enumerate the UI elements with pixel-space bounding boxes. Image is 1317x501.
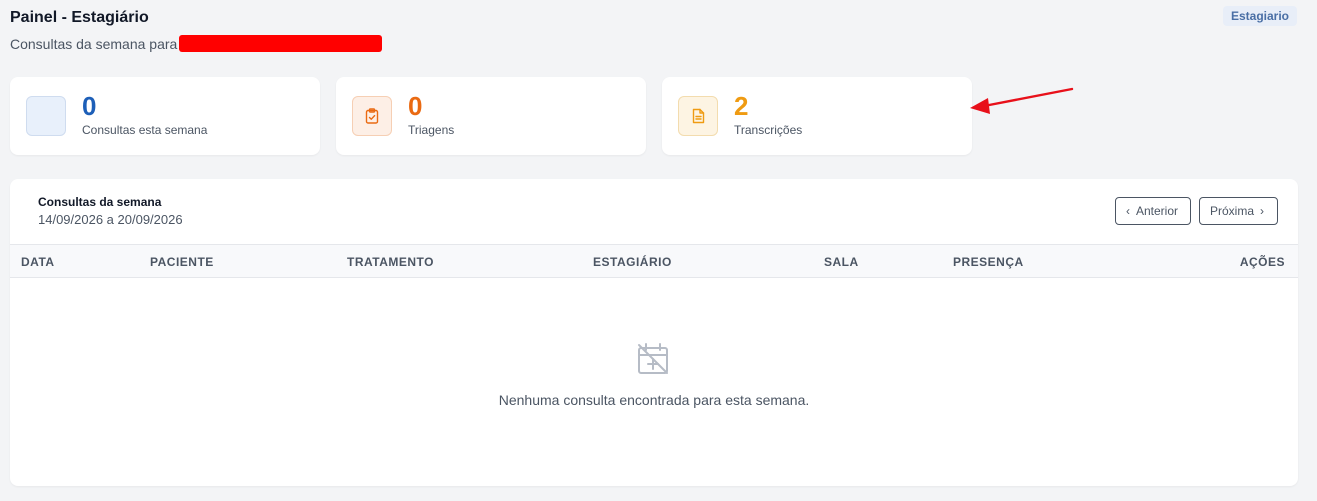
next-week-label: Próxima bbox=[1210, 204, 1255, 218]
stat-value: 0 bbox=[82, 91, 97, 121]
stat-label: Transcrições bbox=[734, 123, 803, 137]
subtitle-text: Consultas da semana para bbox=[10, 35, 178, 52]
week-consultations-panel: Consultas da semana 14/09/2026 a 20/09/2… bbox=[10, 179, 1298, 486]
red-arrow-icon bbox=[970, 87, 1074, 114]
date-range: 14/09/2026 a 20/09/2026 bbox=[38, 212, 183, 227]
role-badge: Estagiario bbox=[1222, 6, 1297, 26]
stat-value: 2 bbox=[734, 91, 749, 121]
calendar-icon bbox=[26, 96, 66, 136]
calendar-off-icon bbox=[638, 343, 668, 374]
empty-state-message: Nenhuma consulta encontrada para esta se… bbox=[498, 392, 810, 408]
clipboard-check-icon bbox=[352, 96, 392, 136]
column-header-paciente[interactable]: PACIENTE bbox=[150, 255, 214, 269]
next-week-button[interactable]: Próxima › bbox=[1199, 197, 1278, 225]
stat-label: Triagens bbox=[408, 123, 455, 137]
stat-value: 0 bbox=[408, 91, 423, 121]
column-header-acoes[interactable]: AÇÕES bbox=[1240, 255, 1285, 269]
table-header: DATA PACIENTE TRATAMENTO ESTAGIÁRIO SALA… bbox=[10, 244, 1298, 278]
column-header-tratamento[interactable]: TRATAMENTO bbox=[347, 255, 434, 269]
column-header-estagiario[interactable]: ESTAGIÁRIO bbox=[593, 255, 672, 269]
stat-card-triagens: 0 Triagens bbox=[336, 77, 646, 155]
chevron-left-icon: ‹ bbox=[1126, 204, 1130, 218]
column-header-presenca[interactable]: PRESENÇA bbox=[953, 255, 1024, 269]
column-header-data[interactable]: DATA bbox=[21, 255, 55, 269]
page-title: Painel - Estagiário bbox=[10, 9, 149, 26]
previous-week-button[interactable]: ‹ Anterior bbox=[1115, 197, 1191, 225]
panel-title: Consultas da semana bbox=[38, 195, 162, 209]
document-icon bbox=[678, 96, 718, 136]
stat-card-consultas: 0 Consultas esta semana bbox=[10, 77, 320, 155]
stat-card-transcricoes: 2 Transcrições bbox=[662, 77, 972, 155]
stat-label: Consultas esta semana bbox=[82, 123, 208, 137]
dashboard-page: Painel - Estagiário Consultas da semana … bbox=[0, 0, 1317, 501]
chevron-right-icon: › bbox=[1260, 204, 1265, 218]
previous-week-label: Anterior bbox=[1136, 204, 1179, 218]
redacted-name bbox=[179, 35, 383, 52]
page-subtitle: Consultas da semana para bbox=[10, 35, 383, 52]
column-header-sala[interactable]: SALA bbox=[824, 255, 859, 269]
